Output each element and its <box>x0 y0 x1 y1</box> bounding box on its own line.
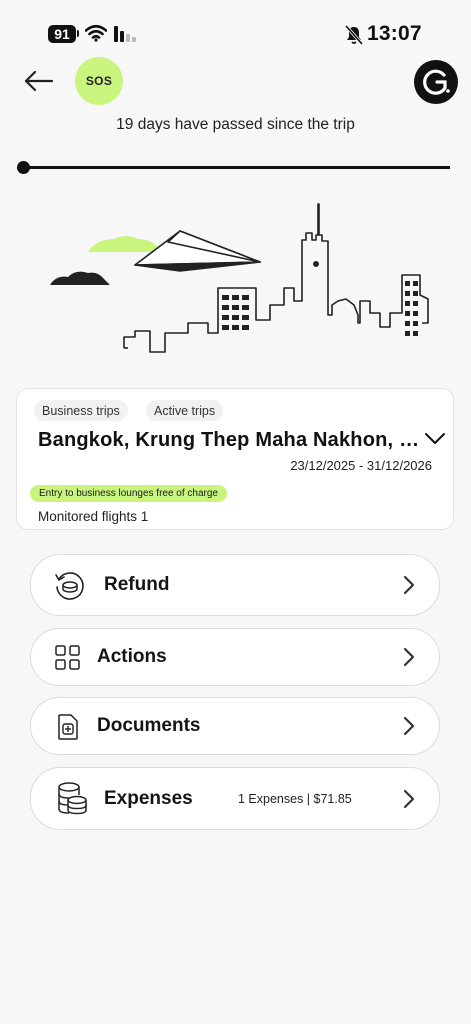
chevron-right-icon <box>403 575 415 595</box>
battery-nub <box>77 30 79 37</box>
chevron-right-icon <box>403 716 415 736</box>
expenses-row[interactable]: Expenses 1 Expenses | $71.85 <box>30 767 440 830</box>
back-arrow-icon[interactable] <box>22 66 56 96</box>
days-passed-text: 19 days have passed since the trip <box>116 116 355 133</box>
logo-icon <box>423 69 450 95</box>
grid-icon <box>55 645 80 670</box>
chevron-right-icon <box>403 789 415 809</box>
signal-icon <box>114 26 136 42</box>
actions-row[interactable]: Actions <box>30 628 440 686</box>
battery-indicator: 91 <box>48 25 76 43</box>
chip-active-trips[interactable]: Active trips <box>146 400 224 421</box>
city-illustration <box>50 203 429 353</box>
lounge-badge: Entry to business lounges free of charge <box>30 485 227 502</box>
chevron-down-icon[interactable] <box>424 432 446 446</box>
expenses-summary: 1 Expenses | $71.85 <box>238 792 352 806</box>
documents-row[interactable]: Documents <box>30 697 440 755</box>
profile-logo-button[interactable] <box>414 60 458 104</box>
coins-icon <box>58 782 87 815</box>
document-plus-icon <box>58 714 78 740</box>
status-time: 13:07 <box>367 22 422 45</box>
actions-label: Actions <box>97 646 167 667</box>
documents-label: Documents <box>97 715 201 736</box>
refund-row[interactable]: Refund <box>30 554 440 616</box>
refund-icon <box>55 572 84 600</box>
wifi-icon <box>85 24 107 42</box>
refund-label: Refund <box>104 574 170 595</box>
expenses-label: Expenses <box>104 788 193 809</box>
monitored-flights: Monitored flights 1 <box>38 509 149 524</box>
trip-dates: 23/12/2025 - 31/12/2026 <box>290 458 432 473</box>
chip-business-trips[interactable]: Business trips <box>34 400 128 421</box>
trip-destination: Bangkok, Krung Thep Maha Nakhon, Thailan… <box>38 429 423 451</box>
chevron-right-icon <box>403 647 415 667</box>
bell-off-icon <box>345 25 363 45</box>
trip-progress-track <box>24 166 450 169</box>
sos-button[interactable]: SOS <box>75 57 123 105</box>
trip-progress-dot <box>17 161 30 174</box>
